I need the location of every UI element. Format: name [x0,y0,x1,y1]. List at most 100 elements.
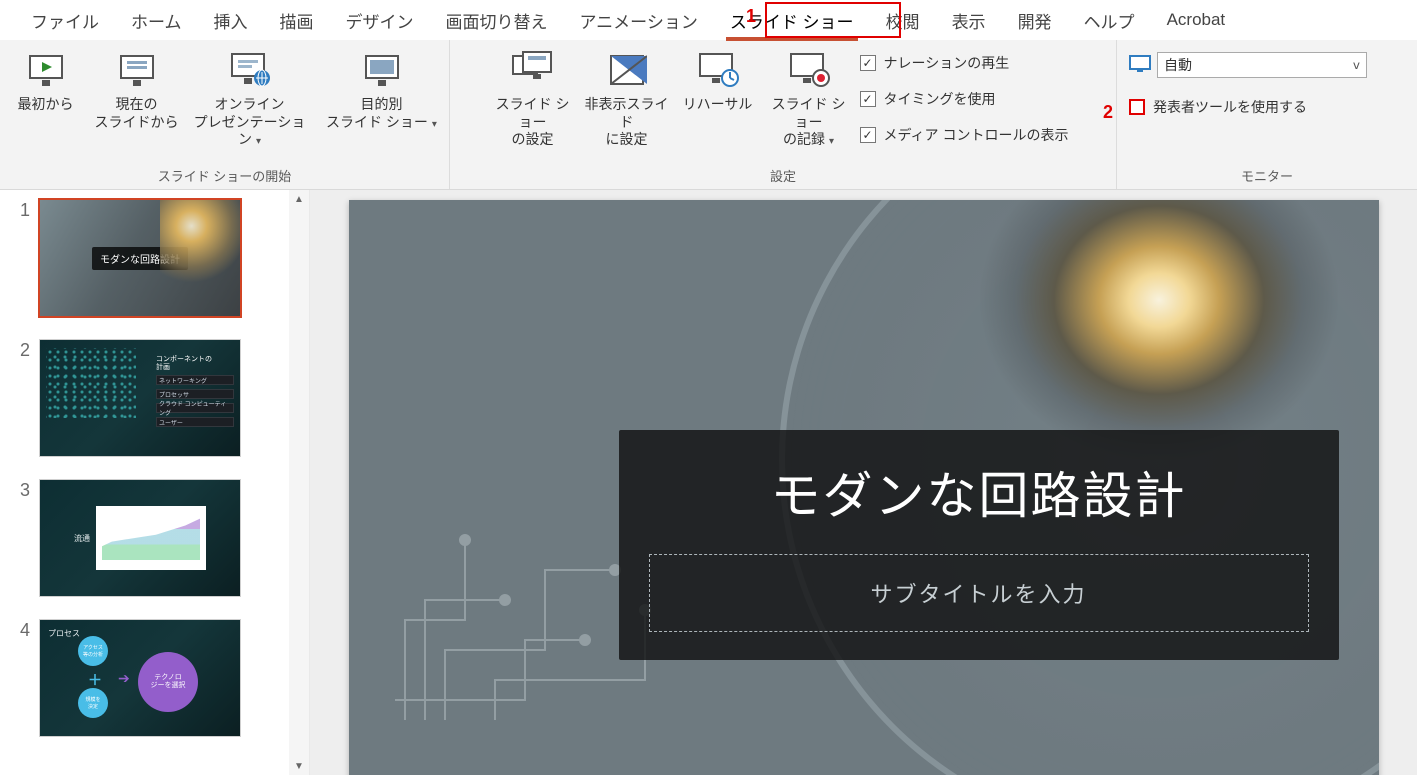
setup-slideshow-label: スライド ショー の設定 [490,96,576,149]
menu-animations[interactable]: アニメーション [564,2,714,39]
chevron-down-icon: ▾ [432,119,437,130]
list-item: ユーザー [156,417,234,427]
menu-view[interactable]: 表示 [936,2,1002,39]
timing-checkbox[interactable]: ✓ タイミングを使用 [860,86,1077,112]
checkbox-unchecked-icon: ✓ [1129,99,1145,115]
from-beginning-button[interactable]: 最初から [4,46,88,116]
setup-checkbox-column: ✓ ナレーションの再生 ✓ タイミングを使用 ✓ メディア コントロールの表示 [858,46,1079,148]
slide-title[interactable]: モダンな回路設計 [649,456,1309,528]
thumbnail-number: 3 [10,480,30,596]
narration-label: ナレーションの再生 [884,53,1010,73]
thumbnail-number: 2 [10,340,30,456]
custom-slideshow-label: 目的別 スライド ショー▾ [326,96,437,131]
custom-slideshow-icon [358,50,406,90]
thumbnail-4[interactable]: 4 プロセス アクセス 等の分析 ＋ 規模を 決定 ➔ テクノロ ジーを選択 [10,620,289,736]
menu-help[interactable]: ヘルプ [1068,2,1151,39]
online-presentation-button[interactable]: オンライン プレゼンテーション▾ [186,46,314,151]
menu-insert[interactable]: 挿入 [198,2,264,39]
record-slideshow-button[interactable]: スライド ショー の記録▾ [764,46,854,151]
menu-home[interactable]: ホーム [115,2,198,39]
monitor-icon [1129,55,1151,76]
rehearse-button[interactable]: リハーサル [676,46,760,116]
menu-transitions[interactable]: 画面切り替え [430,2,564,39]
thumbnail-title: プロセス [48,628,80,639]
presenter-view-checkbox[interactable]: ✓ 発表者ツールを使用する [1129,94,1367,120]
monitor-select-value: 自動 [1164,55,1192,75]
custom-slideshow-button[interactable]: 目的別 スライド ショー▾ [318,46,446,133]
title-block: モダンな回路設計 サブタイトルを入力 [619,430,1339,660]
thumbnail-title: コンポーネントの 計画 [156,356,234,371]
setup-slideshow-button[interactable]: スライド ショー の設定 [488,46,578,151]
ribbon-group-monitor: 自動 ⅴ ✓ 発表者ツールを使用する モニター 2 [1117,40,1417,189]
chevron-down-icon: ▾ [256,136,261,147]
ribbon-group-monitor-label: モニター [1241,164,1293,185]
menu-design[interactable]: デザイン [330,2,430,39]
play-slide-icon [22,50,70,90]
rehearse-icon [694,50,742,90]
ribbon: 最初から 現在の スライドから オンライン プレゼンテーション▾ 目的別 スライ… [0,40,1417,190]
chevron-down-icon: ▾ [829,136,834,147]
slide-canvas[interactable]: モダンな回路設計 サブタイトルを入力 [349,200,1379,775]
media-controls-label: メディア コントロールの表示 [884,125,1069,145]
thumbnail-slide: モダンな回路設計 [40,200,240,316]
from-current-label: 現在の スライドから [95,96,179,131]
thumbnail-2[interactable]: 2 コンポーネントの 計画 ネットワーキング プロセッサ クラウド コンピューテ… [10,340,289,456]
current-slide-icon [113,50,161,90]
thumbnail-number: 4 [10,620,30,736]
diagram-node: テクノロ ジーを選択 [138,652,198,712]
presenter-view-label: 発表者ツールを使用する [1153,97,1307,117]
slide-subtitle-placeholder[interactable]: サブタイトルを入力 [649,554,1309,632]
from-current-button[interactable]: 現在の スライドから [92,46,182,133]
thumbnail-slide: プロセス アクセス 等の分析 ＋ 規模を 決定 ➔ テクノロ ジーを選択 [40,620,240,736]
hide-slide-icon [603,50,651,90]
thumbnail-slide: コンポーネントの 計画 ネットワーキング プロセッサ クラウド コンピューティン… [40,340,240,456]
thumbnail-chart [96,506,206,570]
checkbox-checked-icon: ✓ [860,91,876,107]
menu-draw[interactable]: 描画 [264,2,330,39]
diagram-node: アクセス 等の分析 [78,636,108,666]
scroll-down-button[interactable]: ▼ [289,757,309,775]
list-item: ネットワーキング [156,375,234,385]
list-item: プロセッサ [156,389,234,399]
thumbnail-title: 流通 [74,533,90,544]
ribbon-group-setup-label: 設定 [770,164,796,185]
thumbnail-number: 1 [10,200,30,316]
hide-slide-button[interactable]: 非表示スライド に設定 [582,46,672,151]
ribbon-group-start-label: スライド ショーの開始 [158,164,292,185]
online-presentation-label: オンライン プレゼンテーション▾ [188,96,312,149]
timing-label: タイミングを使用 [884,89,996,109]
from-beginning-label: 最初から [18,96,74,114]
rehearse-label: リハーサル [683,96,753,114]
record-slideshow-label: スライド ショー の記録▾ [766,96,852,149]
scroll-up-button[interactable]: ▲ [289,190,309,208]
chevron-down-icon: ⅴ [1353,58,1360,72]
checkbox-checked-icon: ✓ [860,55,876,71]
thumbnail-1[interactable]: 1 モダンな回路設計 [10,200,289,316]
plus-icon: ＋ [88,670,102,690]
monitor-select[interactable]: 自動 ⅴ [1157,52,1367,78]
arrow-icon: ➔ [118,670,130,687]
menu-slideshow[interactable]: スライド ショー [714,2,870,39]
online-presentation-icon [226,50,274,90]
thumbnail-list: 1 モダンな回路設計 2 コンポーネントの 計画 ネットワーキング プロセッサ … [0,190,289,775]
record-slideshow-icon [785,50,833,90]
hide-slide-label: 非表示スライド に設定 [584,96,670,149]
menubar: ファイル ホーム 挿入 描画 デザイン 画面切り替え アニメーション スライド … [0,0,1417,40]
menu-file[interactable]: ファイル [15,2,115,39]
menu-developer[interactable]: 開発 [1002,2,1068,39]
thumbnail-pane: 1 モダンな回路設計 2 コンポーネントの 計画 ネットワーキング プロセッサ … [0,190,310,775]
thumbnail-slide: 流通 [40,480,240,596]
ribbon-group-start: 最初から 現在の スライドから オンライン プレゼンテーション▾ 目的別 スライ… [0,40,450,189]
ribbon-group-setup: スライド ショー の設定 非表示スライド に設定 リハーサル スライド ショー … [450,40,1117,189]
slide-canvas-area: モダンな回路設計 サブタイトルを入力 [310,190,1417,775]
menu-review[interactable]: 校閲 [870,2,936,39]
workspace: 1 モダンな回路設計 2 コンポーネントの 計画 ネットワーキング プロセッサ … [0,190,1417,775]
diagram-node: 規模を 決定 [78,688,108,718]
thumbnail-3[interactable]: 3 流通 [10,480,289,596]
menu-acrobat[interactable]: Acrobat [1151,4,1242,36]
narration-checkbox[interactable]: ✓ ナレーションの再生 [860,50,1077,76]
media-controls-checkbox[interactable]: ✓ メディア コントロールの表示 [860,122,1077,148]
thumbnail-scrollbar[interactable]: ▲ ▼ [289,190,309,775]
setup-slideshow-icon [509,50,557,90]
list-item: クラウド コンピューティング [156,403,234,413]
